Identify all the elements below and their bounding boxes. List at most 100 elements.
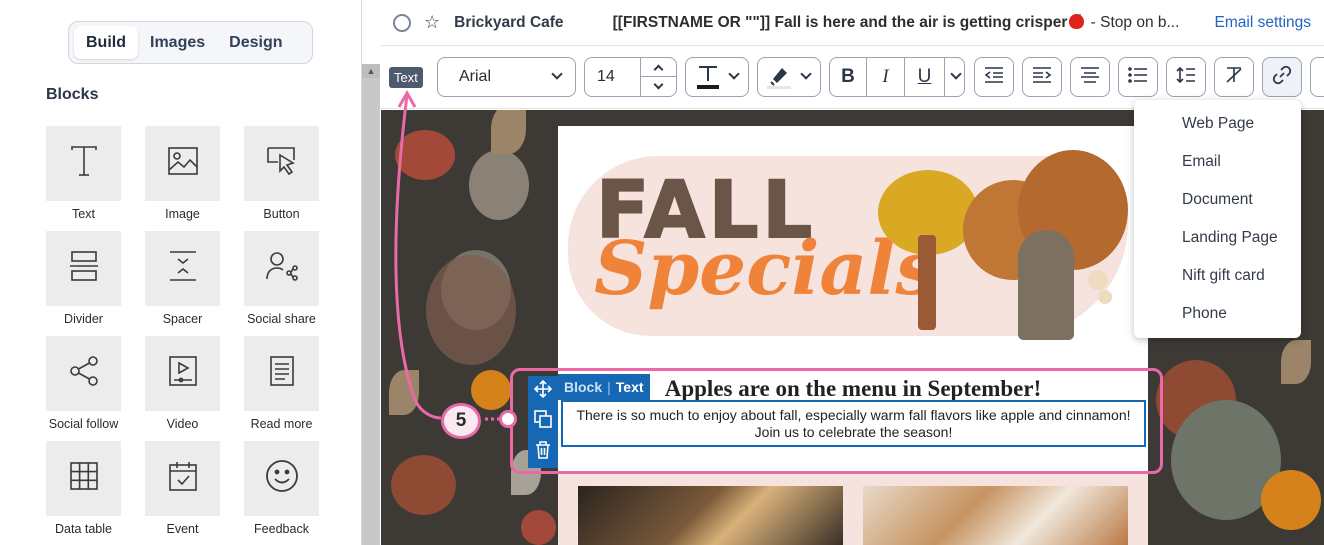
specials-title: Specials xyxy=(594,226,938,312)
block-label: Divider xyxy=(64,312,103,326)
block-label: Social follow xyxy=(48,417,119,431)
block-data-table[interactable]: Data table xyxy=(46,441,121,545)
calendar-check-icon xyxy=(168,460,198,497)
chevron-up-icon xyxy=(653,64,664,74)
block-event[interactable]: Event xyxy=(145,441,220,545)
image-icon xyxy=(167,146,199,181)
underline-button[interactable]: U xyxy=(904,58,944,96)
font-size-stepper[interactable]: 14 xyxy=(584,57,677,97)
block-label: Feedback xyxy=(254,522,309,536)
select-radio[interactable] xyxy=(393,13,411,32)
menu-item-document[interactable]: Document xyxy=(1134,188,1301,226)
line-height-icon xyxy=(1176,66,1196,89)
font-family-value: Arial xyxy=(459,68,492,85)
annotation-arrow xyxy=(394,89,503,421)
annotation-handle xyxy=(499,410,517,428)
clear-formatting-button[interactable] xyxy=(1214,57,1254,97)
tab-images[interactable]: Images xyxy=(138,26,217,59)
bullet-list-icon xyxy=(1128,66,1148,88)
table-icon xyxy=(69,461,99,496)
block-label: Text xyxy=(72,207,95,221)
email-body: FALL Specials Apples are on the menu in … xyxy=(558,126,1148,545)
block-divider[interactable]: Divider xyxy=(46,231,121,336)
step-number-badge: 5 xyxy=(441,403,481,439)
outdent-button[interactable] xyxy=(974,57,1014,97)
chevron-down-icon xyxy=(800,68,812,80)
chevron-down-icon xyxy=(653,79,664,90)
menu-item-phone[interactable]: Phone xyxy=(1134,302,1301,340)
tab-build[interactable]: Build xyxy=(74,26,138,59)
decrease-size-button[interactable] xyxy=(641,77,676,96)
button-cursor-icon xyxy=(266,146,298,181)
font-size-value: 14 xyxy=(597,68,615,85)
chevron-down-icon xyxy=(728,68,740,80)
increase-size-button[interactable] xyxy=(641,58,676,77)
block-grid: Text Image Button Divider Spacer Social … xyxy=(46,126,319,545)
chevron-down-icon xyxy=(551,68,563,80)
menu-item-landing-page[interactable]: Landing Page xyxy=(1134,226,1301,264)
spacer-icon xyxy=(168,250,198,287)
block-label: Image xyxy=(165,207,200,221)
link-type-menu: Web Page Email Document Landing Page Nif… xyxy=(1134,100,1301,338)
block-label: Video xyxy=(166,417,199,431)
fall-specials-banner[interactable]: FALL Specials xyxy=(568,140,1138,340)
highlight-color-button[interactable] xyxy=(757,57,821,97)
italic-button[interactable]: I xyxy=(866,58,904,96)
highlighter-icon xyxy=(766,64,792,95)
block-read-more[interactable]: Read more xyxy=(244,336,319,441)
read-more-icon xyxy=(269,355,295,392)
social-share-icon xyxy=(265,251,298,286)
video-icon xyxy=(168,355,198,392)
tab-design[interactable]: Design xyxy=(217,26,294,59)
duplicate-icon[interactable] xyxy=(534,410,552,433)
bulleted-list-button[interactable] xyxy=(1118,57,1158,97)
subject-prefix: [[FIRSTNAME OR ""]] Fall is here and the… xyxy=(612,13,1068,31)
bold-button[interactable]: B xyxy=(830,58,866,96)
block-label: Button xyxy=(263,207,300,221)
croissant-photo[interactable] xyxy=(578,486,843,545)
campaign-name: Brickyard Cafe xyxy=(454,13,564,31)
block-video[interactable]: Video xyxy=(145,336,220,441)
menu-item-email[interactable]: Email xyxy=(1134,150,1301,188)
panel-scrollbar[interactable] xyxy=(362,64,380,545)
block-image[interactable]: Image xyxy=(145,126,220,231)
text-icon xyxy=(67,144,101,183)
align-center-icon xyxy=(1080,66,1100,88)
block-tag-text: Text xyxy=(615,379,644,395)
text-color-button[interactable] xyxy=(685,57,749,97)
block-button[interactable]: Button xyxy=(244,126,319,231)
star-icon[interactable]: ☆ xyxy=(424,12,440,33)
block-type-tag: Block | Text xyxy=(558,374,650,400)
email-settings-link[interactable]: Email settings xyxy=(1215,14,1311,32)
block-label: Social share xyxy=(247,312,316,326)
block-text[interactable]: Text xyxy=(46,126,121,231)
subject-line[interactable]: [[FIRSTNAME OR ""]] Fall is here and the… xyxy=(612,13,1198,32)
block-social-follow[interactable]: Social follow xyxy=(46,336,121,441)
block-spacer[interactable]: Spacer xyxy=(145,231,220,336)
share-nodes-icon xyxy=(68,355,100,392)
align-center-button[interactable] xyxy=(1070,57,1110,97)
block-social-share[interactable]: Social share xyxy=(244,231,319,336)
subject-suffix: - Stop on b... xyxy=(1086,13,1180,31)
divider-icon xyxy=(69,250,99,287)
block-label: Data table xyxy=(55,522,112,536)
menu-item-web-page[interactable]: Web Page xyxy=(1134,112,1301,150)
move-icon[interactable] xyxy=(533,379,553,403)
trash-icon[interactable] xyxy=(535,441,551,464)
insert-link-button[interactable] xyxy=(1262,57,1302,97)
text-style-group: B I U xyxy=(829,57,965,97)
clear-formatting-icon xyxy=(1224,66,1244,89)
line-height-button[interactable] xyxy=(1166,57,1206,97)
text-color-icon xyxy=(696,64,720,95)
block-feedback[interactable]: Feedback xyxy=(244,441,319,545)
block-tag-block: Block xyxy=(564,379,603,395)
panel-tabs: Build Images Design xyxy=(68,21,313,64)
block-label: Read more xyxy=(250,417,313,431)
apple-strudel-photo[interactable] xyxy=(863,486,1128,545)
more-toolbar-button[interactable] xyxy=(1310,57,1324,97)
more-styles-button[interactable] xyxy=(944,58,965,96)
selected-text-block[interactable]: There is so much to enjoy about fall, es… xyxy=(561,400,1146,447)
scroll-up-arrow-icon[interactable]: ▲ xyxy=(362,64,380,78)
menu-item-nift-gift-card[interactable]: Nift gift card xyxy=(1134,264,1301,302)
indent-button[interactable] xyxy=(1022,57,1062,97)
